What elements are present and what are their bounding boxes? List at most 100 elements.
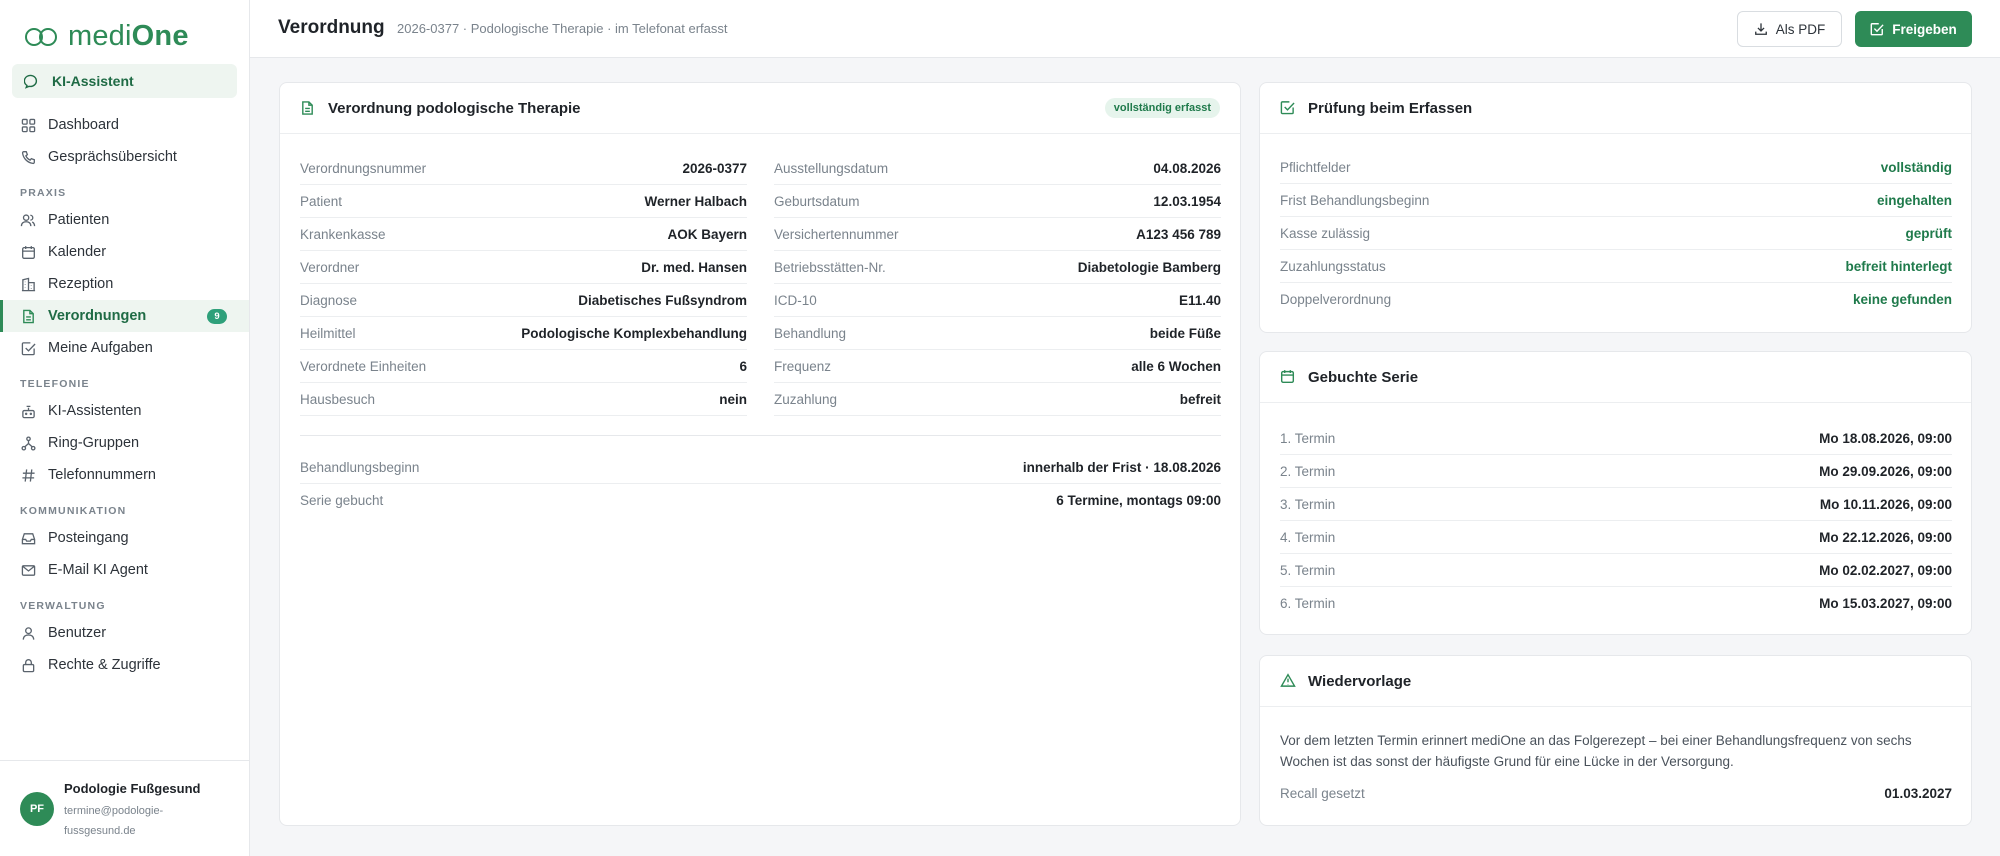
download-icon [1754, 22, 1768, 36]
sidebar-item-telefonnummern[interactable]: Telefonnummern [0, 459, 249, 491]
section-telefonie: TELEFONIE [20, 378, 90, 390]
page-header: Verordnung 2026-0377 · Podologische Ther… [250, 0, 2000, 58]
detail-label: Frist Behandlungsbeginn [1280, 192, 1430, 208]
detail-row: Heilmittel Podologische Komplexbehandlung [300, 317, 747, 350]
detail-value: AOK Bayern [667, 226, 747, 242]
user-icon [20, 625, 36, 641]
detail-label: 3. Termin [1280, 496, 1336, 512]
detail-row: Frequenz alle 6 Wochen [774, 350, 1221, 383]
detail-row: Krankenkasse AOK Bayern [300, 218, 747, 251]
sidebar-item-label: Patienten [48, 212, 110, 228]
detail-row: 4. Termin Mo 22.12.2026, 09:00 [1280, 521, 1952, 554]
detail-label: Frequenz [774, 358, 832, 374]
detail-label: Patient [300, 193, 343, 209]
detail-row: Zuzahlung befreit [774, 383, 1221, 416]
logo-icon [24, 24, 60, 48]
ki-assistant-button[interactable]: KI-Assistent [12, 64, 237, 98]
sidebar-item-gespraechsuebersicht[interactable]: Gesprächsübersicht [0, 141, 249, 173]
checkbox-icon [1280, 100, 1296, 116]
sidebar-item-label: Rechte & Zugriffe [48, 657, 161, 673]
sidebar-item-benutzer[interactable]: Benutzer [0, 617, 249, 649]
section-praxis: PRAXIS [20, 187, 67, 199]
detail-value: 04.08.2026 [1153, 160, 1221, 176]
detail-label: Verordnungsnummer [300, 160, 427, 176]
detail-value: Mo 18.08.2026, 09:00 [1819, 430, 1952, 446]
detail-label: Hausbesuch [300, 391, 376, 407]
section-kommunikation: KOMMUNIKATION [20, 505, 127, 517]
sidebar-item-ki-assistenten[interactable]: KI-Assistenten [0, 395, 249, 427]
detail-label: Behandlung [774, 325, 847, 341]
detail-value: befreit hinterlegt [1845, 258, 1952, 274]
detail-value: nein [719, 391, 747, 407]
detail-row: Kasse zulässig geprüft [1280, 217, 1952, 250]
detail-value: Mo 15.03.2027, 09:00 [1819, 596, 1952, 611]
detail-value: Dr. med. Hansen [641, 259, 747, 275]
sidebar-item-email-ki-agent[interactable]: E-Mail KI Agent [0, 554, 249, 586]
detail-value: innerhalb der Frist · 18.08.2026 [1022, 459, 1221, 475]
detail-label: Verordner [300, 259, 360, 275]
warning-icon [1280, 673, 1296, 689]
detail-row: Versichertennummer A123 456 789 [774, 218, 1221, 251]
robot-icon [20, 403, 36, 419]
detail-value: Mo 29.09.2026, 09:00 [1819, 463, 1952, 479]
sidebar-item-posteingang[interactable]: Posteingang [0, 522, 249, 554]
detail-label: 2. Termin [1280, 463, 1336, 479]
detail-label: Heilmittel [300, 325, 356, 341]
sidebar-item-rezeption[interactable]: Rezeption [0, 268, 249, 300]
release-label: Freigeben [1892, 21, 1957, 37]
detail-row: Diagnose Diabetisches Fußsyndrom [300, 284, 747, 317]
sidebar-item-dashboard[interactable]: Dashboard [0, 109, 249, 141]
count-badge: 9 [207, 309, 227, 324]
card-header: Prüfung beim Erfassen [1260, 83, 1971, 134]
sidebar-item-label: E-Mail KI Agent [48, 562, 148, 578]
sidebar-item-verordnungen[interactable]: Verordnungen 9 [0, 300, 249, 332]
logo[interactable]: mediOne [24, 20, 189, 52]
sidebar-item-rechte-zugriffe[interactable]: Rechte & Zugriffe [0, 649, 249, 681]
avatar: PF [20, 792, 54, 826]
detail-label: Diagnose [300, 292, 358, 308]
detail-row: Verordnungsnummer 2026-0377 [300, 152, 747, 185]
detail-row: Pflichtfelder vollständig [1280, 151, 1952, 184]
detail-row: Frist Behandlungsbeginn eingehalten [1280, 184, 1952, 217]
recall-note: Vor dem letzten Termin erinnert mediOne … [1280, 733, 1912, 769]
detail-value: Podologische Komplexbehandlung [521, 325, 747, 341]
recall-row: Recall gesetzt 01.03.2027 [1280, 777, 1952, 810]
detail-label: Geburtsdatum [774, 193, 860, 209]
detail-row: 2. Termin Mo 29.09.2026, 09:00 [1280, 455, 1952, 488]
network-icon [20, 435, 36, 451]
divider [300, 435, 1221, 436]
detail-value: geprüft [1905, 225, 1953, 241]
lock-icon [20, 657, 36, 673]
user-profile[interactable]: PF Podologie Fußgesund termine@podologie… [0, 760, 249, 856]
checkbox-icon [20, 340, 36, 356]
sidebar-item-meine-aufgaben[interactable]: Meine Aufgaben [0, 332, 249, 364]
sidebar-item-kalender[interactable]: Kalender [0, 236, 249, 268]
chat-bubble-icon [24, 73, 40, 89]
detail-value: vollständig [1880, 159, 1952, 175]
detail-label: 6. Termin [1280, 596, 1336, 611]
sidebar-item-patienten[interactable]: Patienten [0, 204, 249, 236]
release-button[interactable]: Freigeben [1855, 11, 1972, 47]
logo-text: mediOne [68, 19, 189, 52]
sidebar: mediOne KI-Assistent Dashboard Gesprächs… [0, 0, 250, 856]
detail-value: 6 [739, 358, 747, 374]
detail-row: ICD-10 E11.40 [774, 284, 1221, 317]
detail-value: Werner Halbach [644, 193, 747, 209]
detail-row: Zuzahlungsstatus befreit hinterlegt [1280, 250, 1952, 283]
series-card: Gebuchte Serie 1. Termin Mo 18.08.2026, 0… [1259, 351, 1972, 635]
hash-icon [20, 467, 36, 483]
calendar-icon [1280, 369, 1296, 385]
sidebar-item-label: KI-Assistenten [48, 403, 142, 419]
card-header: Wiedervorlage [1260, 656, 1971, 707]
detail-row: Geburtsdatum 12.03.1954 [774, 185, 1221, 218]
card-title: Wiedervorlage [1308, 672, 1412, 690]
export-pdf-button[interactable]: Als PDF [1737, 11, 1842, 47]
sidebar-item-label: Verordnungen [48, 308, 147, 324]
detail-row: 5. Termin Mo 02.02.2027, 09:00 [1280, 554, 1952, 587]
detail-value: Diabetologie Bamberg [1077, 259, 1221, 275]
detail-row: Behandlungsbeginn innerhalb der Frist · … [300, 451, 1221, 484]
detail-value: 2026-0377 [682, 160, 747, 176]
export-pdf-label: Als PDF [1775, 21, 1826, 37]
sidebar-item-ring-gruppen[interactable]: Ring-Gruppen [0, 427, 249, 459]
section-verwaltung: VERWALTUNG [20, 600, 106, 612]
